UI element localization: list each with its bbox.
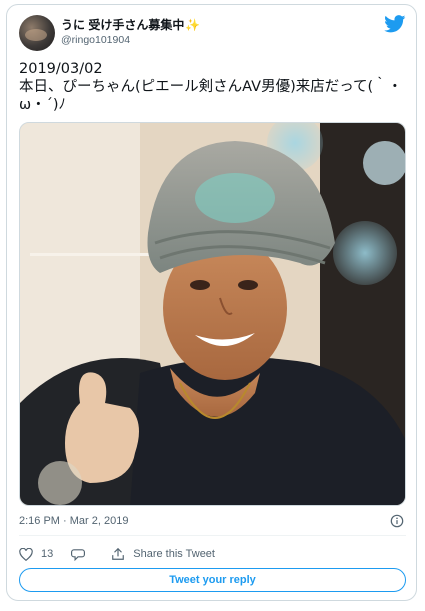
twitter-bird-icon[interactable] xyxy=(384,15,406,33)
divider xyxy=(19,535,406,536)
comment-button[interactable] xyxy=(71,548,93,561)
share-icon xyxy=(112,547,125,560)
tweet-line: ω・´)ﾉ xyxy=(19,97,66,113)
tweet-line: 2019/03/02 xyxy=(19,61,103,77)
tweet-actions: 13 Share this Tweet xyxy=(19,545,233,563)
like-count: 13 xyxy=(41,548,54,560)
author-handle[interactable]: @ringo101904 xyxy=(61,34,130,46)
tweet-timestamp[interactable]: 2:16 PM · Mar 2, 2019 xyxy=(19,515,128,527)
comment-icon xyxy=(71,548,86,561)
heart-icon xyxy=(19,547,33,561)
tweet-your-reply-button[interactable]: Tweet your reply xyxy=(19,568,406,592)
tweet-card: うに 受け手さん募集中✨ @ringo101904 2019/03/02 本日、… xyxy=(6,4,417,601)
photo-illustration xyxy=(20,123,405,505)
share-label: Share this Tweet xyxy=(133,548,215,560)
info-icon[interactable] xyxy=(390,514,404,528)
tweet-text: 2019/03/02 本日、ぴーちゃん(ピエール剣さんAV男優)来店だって(｀・… xyxy=(19,60,411,114)
sparkle-emoji: ✨ xyxy=(185,18,201,32)
share-button[interactable]: Share this Tweet xyxy=(111,547,215,561)
like-button[interactable]: 13 xyxy=(19,547,54,561)
author-name[interactable]: うに 受け手さん募集中✨ xyxy=(61,16,200,33)
tweet-photo[interactable] xyxy=(19,122,406,506)
avatar[interactable] xyxy=(19,15,55,51)
tweet-line: 本日、ぴーちゃん(ピエール剣さんAV男優)来店だって(｀・ xyxy=(19,79,403,95)
